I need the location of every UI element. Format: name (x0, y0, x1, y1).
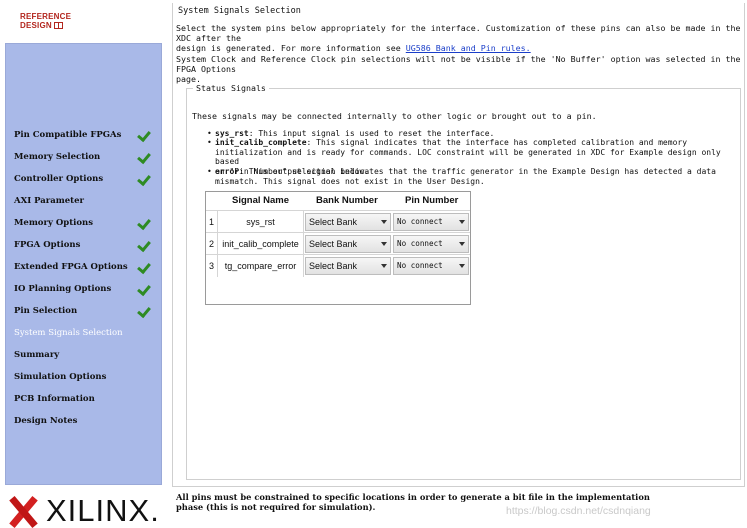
bank-select[interactable]: Select Bank (305, 257, 391, 275)
check-icon (138, 305, 150, 316)
table-row: 2 init_calib_complete Select Bank No con… (206, 232, 470, 255)
signal-table: Signal Name Bank Number Pin Number 1 sys… (205, 191, 471, 305)
intro-text: Select the system pins below appropriate… (176, 23, 741, 53)
nav-item-fpga-options[interactable]: FPGA Options (14, 237, 160, 253)
nav-item-memory-options[interactable]: Memory Options (14, 215, 160, 231)
table-row: 3 tg_compare_error Select Bank No connec… (206, 254, 470, 277)
check-icon (138, 217, 150, 228)
nav-item-pin-compatible-fpgas[interactable]: Pin Compatible FPGAs (14, 127, 160, 143)
header-pin-number: Pin Number (405, 195, 459, 206)
bank-select[interactable]: Select Bank (305, 213, 391, 231)
chevron-down-icon (381, 242, 387, 246)
nav-item-design-notes[interactable]: Design Notes (14, 413, 160, 429)
pin-select[interactable]: No connect (393, 235, 469, 253)
nav-item-io-planning-options[interactable]: IO Planning Options (14, 281, 160, 297)
wizard-nav: Pin Compatible FPGAs Memory Selection Co… (5, 43, 162, 485)
ref-design-line1: REFERENCE (20, 12, 72, 21)
clock-note: System Clock and Reference Clock pin sel… (176, 54, 741, 84)
section-title: System Signals Selection (176, 6, 303, 16)
status-signals-group: Status Signals These signals may be conn… (186, 83, 741, 480)
ref-design-line2: DESIGN (20, 21, 52, 30)
nav-item-system-signals-selection[interactable]: System Signals Selection (14, 325, 160, 341)
nav-item-memory-selection[interactable]: Memory Selection (14, 149, 160, 165)
status-signals-legend: Status Signals (193, 83, 269, 93)
status-intro: These signals may be connected internall… (192, 111, 597, 121)
table-header: Signal Name Bank Number Pin Number (206, 192, 470, 210)
check-icon (138, 261, 150, 272)
xilinx-wordmark: XILINX. (46, 493, 160, 528)
check-icon (138, 151, 150, 162)
nav-item-pin-selection[interactable]: Pin Selection (14, 303, 160, 319)
nav-item-controller-options[interactable]: Controller Options (14, 171, 160, 187)
chevron-down-icon (459, 242, 465, 246)
nav-item-summary[interactable]: Summary (14, 347, 160, 363)
nav-item-pcb-information[interactable]: PCB Information (14, 391, 160, 407)
bank-select[interactable]: Select Bank (305, 235, 391, 253)
ug586-link[interactable]: UG586 Bank and Pin rules. (406, 43, 531, 53)
chevron-down-icon (381, 220, 387, 224)
check-icon (138, 173, 150, 184)
reference-design-logo: REFERENCE DESIGN (20, 12, 71, 30)
main-panel: System Signals Selection Select the syst… (172, 0, 747, 528)
nav-item-simulation-options[interactable]: Simulation Options (14, 369, 160, 385)
nav-item-axi-parameter[interactable]: AXI Parameter (14, 193, 160, 209)
check-icon (138, 129, 150, 140)
table-row: 1 sys_rst Select Bank No connect (206, 210, 470, 233)
chevron-down-icon (459, 264, 465, 268)
pin-select[interactable]: No connect (393, 257, 469, 275)
check-icon (138, 283, 150, 294)
bullet-error: • error: This output signal indicates tha… (207, 167, 716, 186)
chevron-down-icon (459, 220, 465, 224)
check-icon (138, 239, 150, 250)
pin-select[interactable]: No connect (393, 213, 469, 231)
nav-item-extended-fpga-options[interactable]: Extended FPGA Options (14, 259, 160, 275)
chevron-down-icon (381, 264, 387, 268)
xilinx-mark-icon (6, 496, 40, 526)
xilinx-logo: XILINX. (6, 494, 160, 528)
watermark: https://blog.csdn.net/csdnqiang (506, 505, 651, 517)
logo-area: REFERENCE DESIGN (0, 0, 165, 40)
header-signal-name: Signal Name (232, 195, 290, 206)
footer-note: All pins must be constrained to specific… (176, 492, 650, 512)
header-bank-number: Bank Number (316, 195, 378, 206)
sidebar: REFERENCE DESIGN Pin Compatible FPGAs Me… (0, 0, 165, 528)
book-icon (53, 22, 63, 29)
